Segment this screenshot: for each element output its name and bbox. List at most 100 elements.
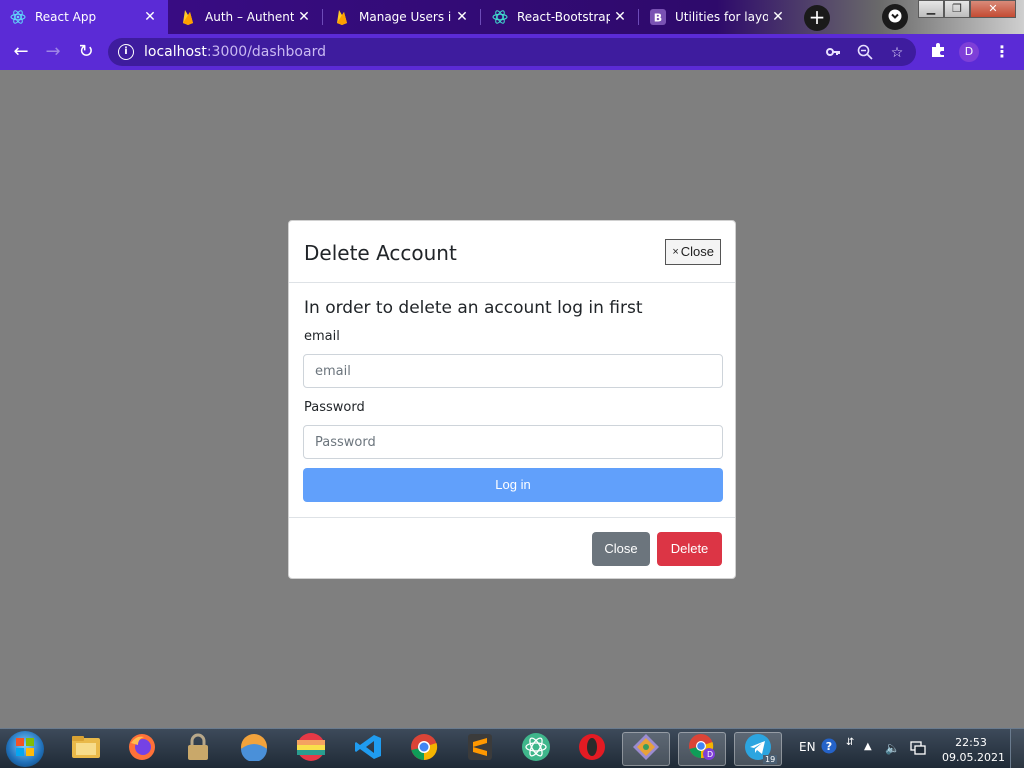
window-close-button[interactable]: ✕ xyxy=(970,0,1016,18)
close-label: Close xyxy=(680,244,714,259)
url-path: :3000/dashboard xyxy=(206,44,326,60)
zoom-out-icon[interactable] xyxy=(856,44,874,62)
taskbar-atom[interactable] xyxy=(512,732,560,766)
browser-menu-icon[interactable]: ⋮ xyxy=(994,42,1010,62)
tab-close-icon[interactable]: ✕ xyxy=(140,9,160,25)
login-prompt-heading: In order to delete an account log in fir… xyxy=(304,298,643,318)
bootstrap-icon: B xyxy=(650,9,666,25)
chrome-profile-badge: D xyxy=(707,750,714,759)
tab-title: Utilities for layout xyxy=(675,10,768,24)
taskbar-telegram[interactable]: 19 xyxy=(734,732,782,766)
tab-search-button[interactable] xyxy=(882,4,908,30)
taskbar-chrome-profile[interactable]: D xyxy=(678,732,726,766)
info-icon[interactable]: i xyxy=(118,44,134,60)
email-label: email xyxy=(304,329,340,344)
taskbar-app[interactable] xyxy=(230,732,278,766)
star-icon[interactable]: ☆ xyxy=(888,44,906,62)
password-input[interactable] xyxy=(303,425,723,459)
delete-button[interactable]: Delete xyxy=(657,532,722,566)
close-icon: × xyxy=(672,246,679,258)
taskbar-opera[interactable] xyxy=(568,732,616,766)
language-indicator[interactable]: EN xyxy=(799,740,816,754)
new-tab-button[interactable]: + xyxy=(804,5,830,31)
arrow-right-icon: → xyxy=(45,41,61,62)
firefox-icon xyxy=(128,733,156,765)
help-icon[interactable]: ? xyxy=(821,738,837,757)
app-icon xyxy=(240,733,268,765)
close-button[interactable]: Close xyxy=(592,532,650,566)
taskbar-file-explorer[interactable] xyxy=(62,732,110,766)
opera-icon xyxy=(578,733,606,765)
vscode-icon xyxy=(354,733,382,765)
email-input[interactable] xyxy=(303,354,723,388)
address-bar[interactable]: i localhost:3000/dashboard ☆ xyxy=(108,38,916,66)
tab-close-icon[interactable]: ✕ xyxy=(768,9,788,25)
svg-text:B: B xyxy=(654,12,662,25)
lock-icon xyxy=(186,733,210,765)
taskbar-sublime-text[interactable] xyxy=(456,732,504,766)
show-desktop-button[interactable] xyxy=(1010,729,1024,768)
firebase-icon xyxy=(334,9,350,25)
tab-react-app[interactable]: React App ✕ xyxy=(0,0,168,34)
tab-title: Manage Users in xyxy=(359,10,452,24)
volume-icon[interactable]: 🔈 xyxy=(885,741,900,755)
delete-account-modal: Delete Account × Close In order to delete… xyxy=(288,220,736,579)
tab-title: React App xyxy=(35,10,97,24)
svg-text:?: ? xyxy=(826,740,832,753)
chrome-icon xyxy=(410,733,438,765)
sublime-text-icon xyxy=(467,733,493,765)
chrome-profile-icon xyxy=(687,732,717,766)
password-label: Password xyxy=(304,400,365,415)
reload-icon: ↻ xyxy=(78,41,94,62)
taskbar-chrome[interactable] xyxy=(400,732,448,766)
login-button[interactable]: Log in xyxy=(303,468,723,502)
url-host: localhost xyxy=(144,44,207,60)
clock-time: 22:53 xyxy=(955,736,987,749)
tab-utilities-layout[interactable]: B Utilities for layout ✕ xyxy=(640,0,796,34)
network-icon[interactable] xyxy=(910,741,926,758)
extensions-puzzle-icon[interactable] xyxy=(928,42,948,62)
firebase-icon xyxy=(180,9,196,25)
tab-title: React-Bootstrap xyxy=(517,10,610,24)
atom-icon xyxy=(521,732,551,766)
key-icon[interactable] xyxy=(824,44,842,62)
show-hidden-icons-icon[interactable]: ▲ xyxy=(864,741,872,752)
rainbow-app-icon xyxy=(296,732,326,766)
tab-close-icon[interactable]: ✕ xyxy=(452,9,472,25)
language-bar-icon[interactable]: ⇵ xyxy=(846,737,854,748)
system-clock[interactable]: 22:53 09.05.2021 xyxy=(942,735,1005,765)
taskbar-firefox[interactable] xyxy=(118,732,166,766)
tab-auth[interactable]: Auth – Authentica ✕ xyxy=(170,0,322,34)
restore-button[interactable]: ❐ xyxy=(944,0,970,18)
profile-avatar[interactable]: D xyxy=(959,42,979,62)
modal-body: In order to delete an account log in fir… xyxy=(289,283,735,517)
tab-manage-users[interactable]: Manage Users in ✕ xyxy=(324,0,480,34)
windows-logo-icon xyxy=(15,737,35,761)
tab-react-bootstrap[interactable]: React-Bootstrap ✕ xyxy=(482,0,638,34)
clock-date: 09.05.2021 xyxy=(942,751,1005,764)
tab-separator xyxy=(480,9,481,25)
reload-button[interactable]: ↻ xyxy=(75,41,97,63)
modal-footer: Close Delete xyxy=(289,517,735,580)
tab-close-icon[interactable]: ✕ xyxy=(294,9,314,25)
tab-close-icon[interactable]: ✕ xyxy=(610,9,630,25)
forward-button[interactable]: → xyxy=(42,41,64,63)
tab-separator xyxy=(638,9,639,25)
taskbar-lock-app[interactable] xyxy=(174,732,222,766)
minimize-button[interactable]: ▁ xyxy=(918,0,944,18)
git-app-icon xyxy=(631,732,661,766)
modal-header-close-button[interactable]: × Close xyxy=(665,239,721,265)
file-explorer-icon xyxy=(71,734,101,764)
chevron-down-icon xyxy=(888,8,902,27)
browser-toolbar: ← → ↻ i localhost:3000/dashboard ☆ D ⋮ xyxy=(0,34,1024,70)
react-icon xyxy=(10,9,26,25)
taskbar-vscode[interactable] xyxy=(344,732,392,766)
browser-tab-bar: React App ✕ Auth – Authentica ✕ Manage U… xyxy=(0,0,1024,34)
back-button[interactable]: ← xyxy=(10,41,32,63)
window-controls: ▁ ❐ ✕ xyxy=(918,0,1016,20)
start-button[interactable] xyxy=(6,731,44,767)
telegram-badge: 19 xyxy=(763,755,778,764)
tab-title: Auth – Authentica xyxy=(205,10,294,24)
taskbar-git-app[interactable] xyxy=(622,732,670,766)
taskbar-rainbow-app[interactable] xyxy=(287,732,335,766)
